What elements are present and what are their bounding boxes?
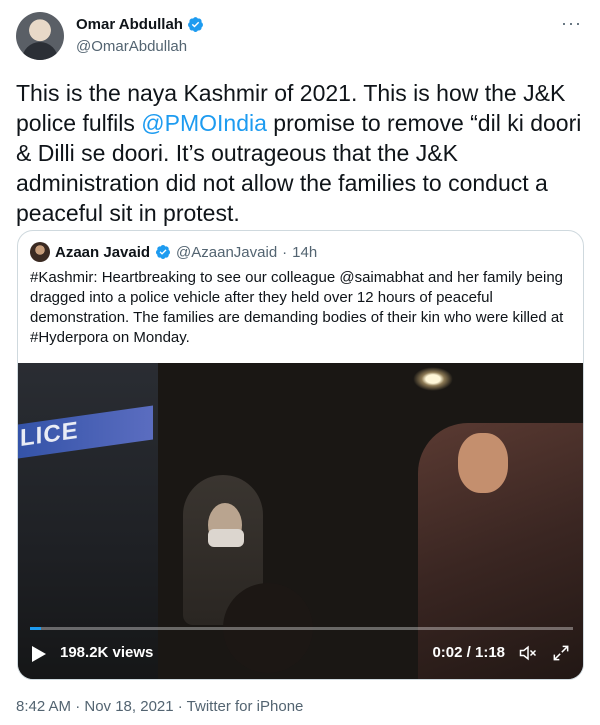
- fullscreen-icon[interactable]: [551, 643, 571, 663]
- play-icon[interactable]: [32, 646, 46, 662]
- verified-badge-icon: [156, 245, 171, 259]
- video-frame-light: [413, 367, 453, 391]
- quoted-author-name[interactable]: Azaan Javaid: [55, 244, 150, 261]
- author-name-row: Omar Abdullah: [76, 16, 204, 33]
- verified-badge-icon: [188, 17, 203, 32]
- video-controls: 198.2K views 0:02 / 1:18: [18, 639, 583, 675]
- video-player[interactable]: LICE 198.2K views 0:02 / 1:18: [18, 363, 583, 679]
- quoted-tweet-header: Azaan Javaid @AzaanJavaid · 14h: [30, 241, 317, 263]
- video-frame-mask: [208, 529, 244, 547]
- author-name[interactable]: Omar Abdullah: [76, 16, 183, 33]
- mute-icon[interactable]: [517, 643, 539, 663]
- video-frame-hand: [458, 433, 508, 493]
- tweet-text: This is the naya Kashmir of 2021. This i…: [16, 78, 586, 228]
- video-progress-fill: [30, 627, 41, 630]
- quoted-tweet[interactable]: Azaan Javaid @AzaanJavaid · 14h #Kashmir…: [17, 230, 584, 680]
- quoted-tweet-text: #Kashmir: Heartbreaking to see our colle…: [30, 269, 564, 346]
- tweet-meta[interactable]: 8:42 AM · Nov 18, 2021 · Twitter for iPh…: [16, 698, 303, 715]
- view-count: 198.2K views: [60, 644, 154, 661]
- separator-dot: ·: [282, 243, 288, 261]
- quoted-author-handle[interactable]: @AzaanJavaid: [176, 244, 277, 261]
- quoted-tweet-age[interactable]: 14h: [292, 244, 317, 261]
- mention-link[interactable]: @PMOIndia: [141, 110, 267, 136]
- author-avatar[interactable]: [16, 12, 64, 60]
- more-options-icon[interactable]: ···: [561, 14, 582, 32]
- tweet-header: Omar Abdullah @OmarAbdullah ···: [16, 12, 584, 62]
- video-progress-bar[interactable]: [30, 627, 573, 630]
- quoted-author-avatar[interactable]: [30, 242, 50, 262]
- author-handle[interactable]: @OmarAbdullah: [76, 38, 187, 55]
- video-time: 0:02 / 1:18: [432, 644, 505, 661]
